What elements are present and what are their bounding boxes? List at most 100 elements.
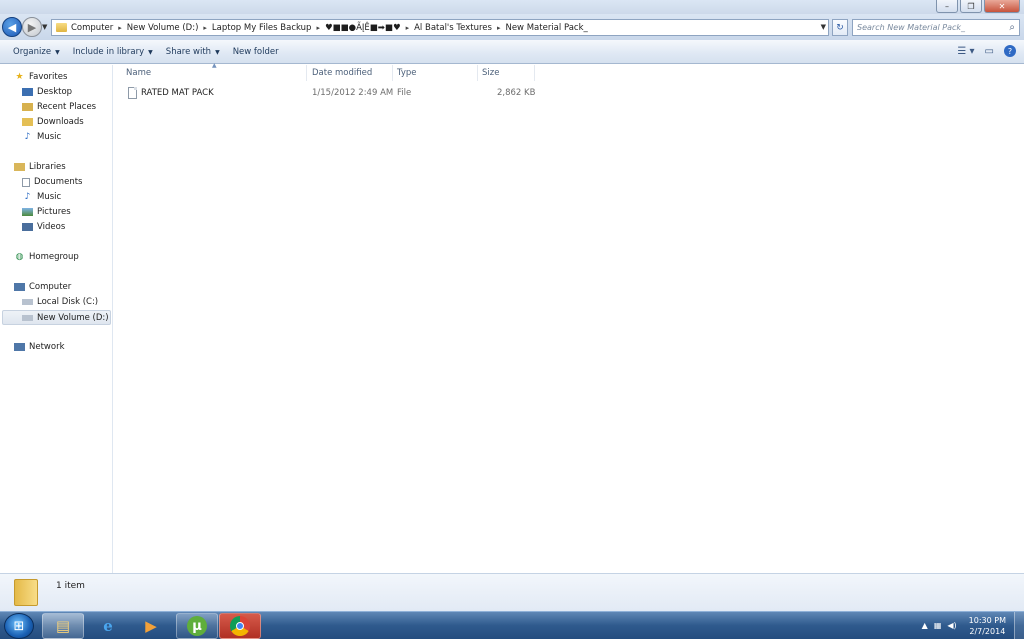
- breadcrumb-current[interactable]: New Material Pack_: [505, 23, 587, 33]
- chevron-right-icon[interactable]: ▸: [203, 24, 207, 32]
- breadcrumb: Computer ▸ New Volume (D:) ▸ Laptop My Fil…: [71, 23, 588, 33]
- downloads-icon: [22, 118, 33, 126]
- taskbar-media-player[interactable]: ▶: [130, 613, 172, 639]
- address-bar[interactable]: Computer ▸ New Volume (D:) ▸ Laptop My Fil…: [51, 19, 829, 36]
- search-input[interactable]: Search New Material Pack_ ⌕: [852, 19, 1020, 36]
- show-desktop-button[interactable]: [1014, 612, 1024, 639]
- window-controls: – ❐ ✕: [936, 0, 1020, 13]
- preview-pane-icon[interactable]: ▭: [985, 46, 994, 57]
- column-header-name[interactable]: Name: [126, 68, 151, 78]
- nav-label: Videos: [37, 222, 66, 232]
- file-list: [114, 65, 1024, 573]
- chevron-right-icon[interactable]: ▸: [118, 24, 122, 32]
- column-header-type[interactable]: Type: [397, 68, 417, 78]
- arrow-right-icon: ▶: [27, 20, 37, 34]
- maximize-button[interactable]: ❐: [960, 0, 982, 13]
- taskbar-internet-explorer[interactable]: e: [87, 613, 129, 639]
- share-with-button[interactable]: Share with ▼: [166, 47, 220, 57]
- chevron-right-icon[interactable]: ▸: [497, 24, 501, 32]
- search-icon[interactable]: ⌕: [1009, 22, 1015, 33]
- sort-ascending-icon: ▲: [212, 62, 217, 69]
- column-divider[interactable]: [534, 65, 535, 81]
- column-header-date[interactable]: Date modified: [312, 68, 372, 78]
- music-icon: ♪: [24, 132, 31, 142]
- nav-label: Downloads: [37, 117, 84, 127]
- details-pane: 1 item: [0, 573, 1024, 611]
- nav-music[interactable]: ♪ Music: [22, 192, 62, 202]
- back-button[interactable]: ◀: [2, 17, 22, 37]
- organize-button[interactable]: Organize ▼: [13, 47, 60, 57]
- organize-label: Organize: [13, 46, 52, 57]
- file-date: 1/15/2012 2:49 AM: [312, 88, 394, 98]
- refresh-icon: ↻: [836, 22, 844, 33]
- show-hidden-icons-icon[interactable]: ▲: [922, 621, 928, 630]
- internet-explorer-icon: e: [103, 617, 113, 635]
- breadcrumb-laptop-backup[interactable]: Laptop My Files Backup: [212, 23, 312, 33]
- network-status-icon[interactable]: ▦: [934, 621, 942, 630]
- address-row: ◀ ▶ ▼ Computer ▸ New Volume (D:) ▸ Laptop …: [0, 14, 1024, 40]
- taskbar-explorer[interactable]: ▤: [42, 613, 84, 639]
- arrow-left-icon: ◀: [7, 20, 17, 34]
- breadcrumb-new-volume[interactable]: New Volume (D:): [127, 23, 199, 33]
- nav-pictures[interactable]: Pictures: [22, 207, 71, 217]
- libraries-icon: [14, 163, 25, 171]
- help-icon[interactable]: ?: [1004, 45, 1016, 57]
- nav-videos[interactable]: Videos: [22, 222, 65, 232]
- nav-desktop[interactable]: Desktop: [22, 87, 72, 97]
- nav-label: Computer: [29, 282, 72, 292]
- explorer-icon: ▤: [55, 617, 71, 635]
- recent-pages-dropdown[interactable]: ▼: [42, 23, 47, 31]
- nav-label: Pictures: [37, 207, 71, 217]
- start-button[interactable]: ⊞: [4, 613, 34, 639]
- nav-favorites[interactable]: ★ Favorites: [14, 72, 67, 82]
- network-icon: [14, 343, 25, 351]
- toolbar-right: ☰ ▾ ▭ ?: [957, 45, 1016, 57]
- nav-downloads[interactable]: Downloads: [22, 117, 84, 127]
- chevron-down-icon: ▼: [215, 48, 220, 56]
- breadcrumb-computer[interactable]: Computer: [71, 23, 113, 33]
- forward-button[interactable]: ▶: [22, 17, 42, 37]
- nav-new-volume[interactable]: New Volume (D:): [2, 310, 111, 325]
- folder-icon: [14, 579, 38, 606]
- taskbar-chrome[interactable]: [219, 613, 261, 639]
- file-name[interactable]: RATED MAT PACK: [141, 88, 214, 98]
- refresh-button[interactable]: ↻: [832, 19, 848, 36]
- minimize-button[interactable]: –: [936, 0, 958, 13]
- nav-recent-places[interactable]: Recent Places: [22, 102, 96, 112]
- chevron-right-icon[interactable]: ▸: [316, 24, 320, 32]
- homegroup-icon: ◍: [15, 252, 24, 262]
- clock-date: 2/7/2014: [969, 626, 1006, 636]
- include-in-library-button[interactable]: Include in library ▼: [73, 47, 153, 57]
- address-dropdown-icon[interactable]: ▼: [821, 23, 826, 31]
- chevron-right-icon[interactable]: ▸: [406, 24, 410, 32]
- nav-libraries[interactable]: Libraries: [14, 162, 66, 172]
- volume-icon[interactable]: ◀): [947, 621, 956, 630]
- column-divider[interactable]: [477, 65, 478, 81]
- new-folder-button[interactable]: New folder: [233, 47, 279, 57]
- view-options-icon[interactable]: ☰ ▾: [957, 46, 974, 57]
- close-button[interactable]: ✕: [984, 0, 1020, 13]
- title-bar: – ❐ ✕: [0, 0, 1024, 14]
- column-divider[interactable]: [306, 65, 307, 81]
- column-divider[interactable]: [392, 65, 393, 81]
- breadcrumb-textures[interactable]: Al Batal's Textures: [414, 23, 492, 33]
- recent-places-icon: [22, 103, 33, 111]
- tray-icons: ▲ ▦ ◀): [922, 621, 957, 630]
- item-count: 1 item: [56, 581, 85, 591]
- column-header-size[interactable]: Size: [482, 68, 499, 78]
- nav-computer[interactable]: Computer: [14, 282, 71, 292]
- chrome-icon: [230, 616, 250, 636]
- nav-label: Music: [37, 192, 62, 202]
- breadcrumb-garbled-folder[interactable]: ♥■■●ÃĮÊ■➡■♥: [325, 23, 401, 33]
- nav-documents[interactable]: Documents: [22, 177, 82, 187]
- nav-music-favorite[interactable]: ♪ Music: [22, 132, 62, 142]
- clock[interactable]: 10:30 PM 2/7/2014: [969, 615, 1006, 637]
- nav-homegroup[interactable]: ◍ Homegroup: [14, 252, 79, 262]
- nav-network[interactable]: Network: [14, 342, 65, 352]
- command-bar: Organize ▼ Include in library ▼ Share with…: [0, 40, 1024, 64]
- nav-label: New Volume (D:): [37, 312, 109, 323]
- nav-local-disk[interactable]: Local Disk (C:): [22, 297, 98, 307]
- nav-label: Documents: [34, 177, 83, 187]
- taskbar-utorrent[interactable]: µ: [176, 613, 218, 639]
- media-player-icon: ▶: [145, 617, 157, 635]
